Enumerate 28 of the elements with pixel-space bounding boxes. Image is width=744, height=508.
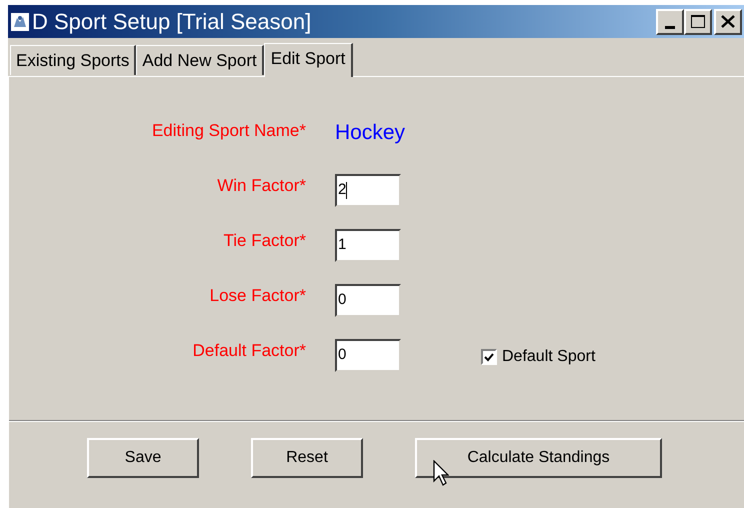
tab[interactable]: Edit Sport [264,43,354,77]
action-button[interactable]: Save [87,438,199,478]
maximize-icon [691,15,705,28]
input-field[interactable]: 2 [335,174,401,206]
check-icon [484,352,494,362]
field-label: Editing Sport Name* [150,120,306,142]
minimize-button[interactable] [656,8,684,34]
maximize-button[interactable] [684,8,712,34]
checkbox[interactable] [481,349,497,365]
field-label: Lose Factor* [208,285,306,308]
tab[interactable]: Add New Sport [136,45,264,75]
pointer-icon [433,460,449,487]
window-title: D Sport Setup [Trial Season] [32,10,312,32]
app-icon [11,12,29,30]
close-icon [721,15,735,28]
input-field[interactable]: 0 [335,284,401,316]
field-label: Win Factor* [216,175,306,198]
field-label: Tie Factor* [222,230,306,252]
sport-name: Hockey [335,120,406,146]
tab[interactable]: Existing Sports [10,45,136,75]
action-button[interactable]: Reset [251,438,363,478]
input-field[interactable]: 1 [335,228,401,262]
input-field[interactable]: 0 [335,338,401,372]
minimize-icon [665,26,675,28]
field-label: Default Factor* [192,340,306,362]
close-button[interactable] [714,8,742,34]
action-button[interactable]: Calculate Standings [415,438,662,478]
checkbox-label: Default Sport [502,347,596,367]
